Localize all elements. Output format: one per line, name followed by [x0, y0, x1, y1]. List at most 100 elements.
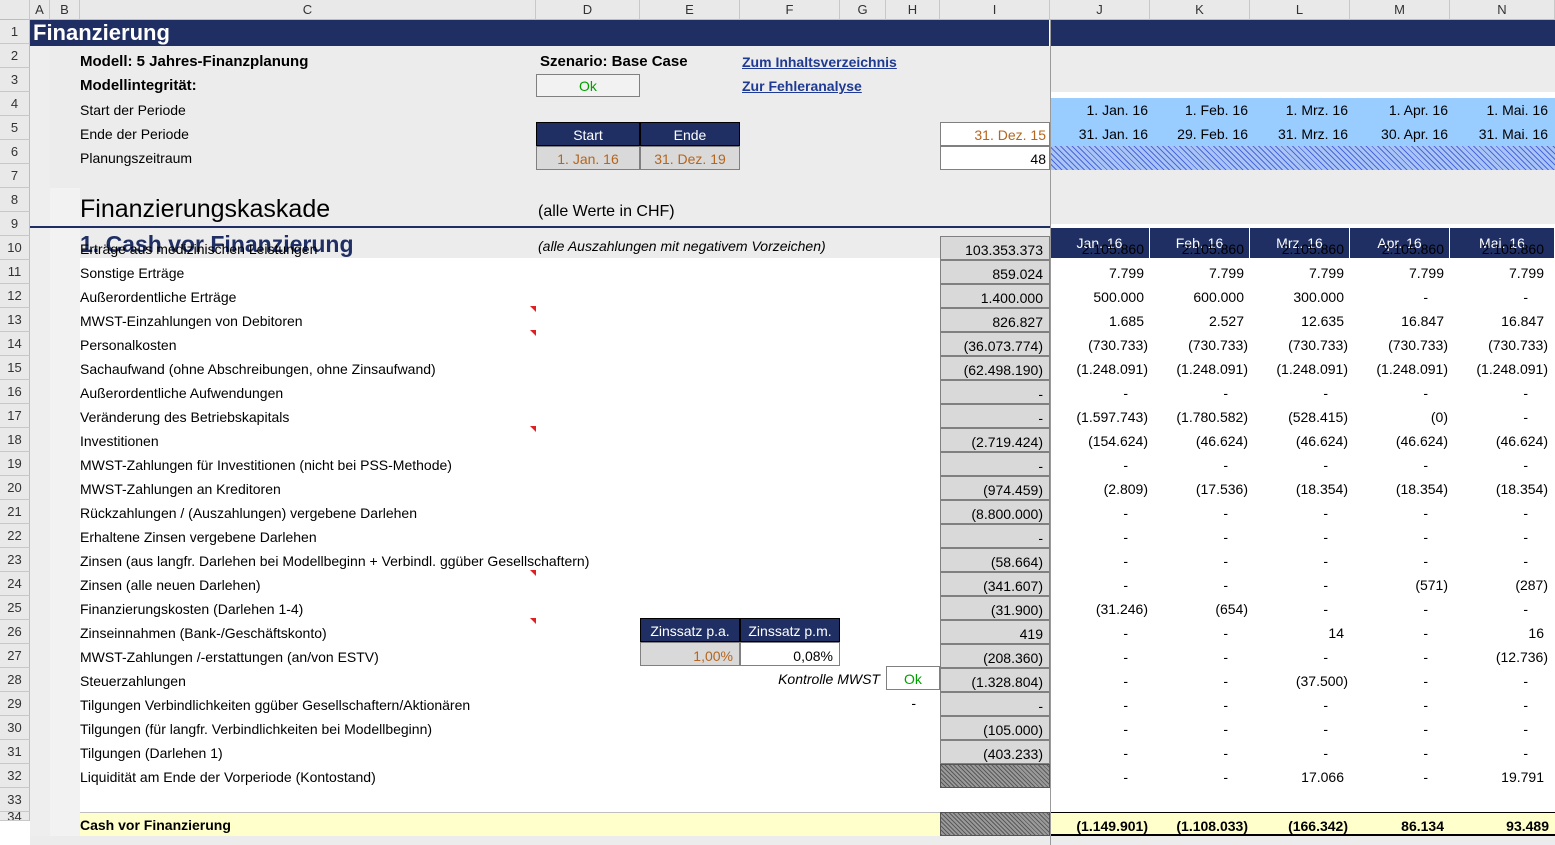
month-value-r11-2[interactable]: 7.799 — [1150, 260, 1250, 284]
month-value-r15-2[interactable]: (1.248.091) — [1150, 356, 1250, 380]
row-header-2[interactable]: 2 — [0, 44, 30, 68]
column-header-i[interactable]: I — [940, 0, 1050, 20]
total-row-month-2[interactable]: (1.108.033) — [1150, 812, 1250, 836]
month-value-r30-2[interactable]: - — [1150, 716, 1250, 740]
month-value-r17-3[interactable]: (528.415) — [1250, 404, 1350, 428]
month-value-r31-3[interactable]: - — [1250, 740, 1350, 764]
month-value-r28-1[interactable]: - — [1050, 668, 1150, 692]
month-value-r18-1[interactable]: (154.624) — [1050, 428, 1150, 452]
total-cell-16[interactable]: - — [940, 380, 1050, 404]
row-header-15[interactable]: 15 — [0, 356, 30, 380]
total-row-month-1[interactable]: (1.149.901) — [1050, 812, 1150, 836]
month-value-r15-3[interactable]: (1.248.091) — [1250, 356, 1350, 380]
column-header-d[interactable]: D — [536, 0, 640, 20]
row-header-31[interactable]: 31 — [0, 740, 30, 764]
month-value-r27-4[interactable]: - — [1350, 644, 1450, 668]
month-value-r27-2[interactable]: - — [1150, 644, 1250, 668]
column-header-f[interactable]: F — [740, 0, 840, 20]
month-value-r22-5[interactable]: - — [1450, 524, 1550, 548]
month-value-r31-1[interactable]: - — [1050, 740, 1150, 764]
month-value-r15-1[interactable]: (1.248.091) — [1050, 356, 1150, 380]
month-value-r21-4[interactable]: - — [1350, 500, 1450, 524]
month-value-r10-4[interactable]: 2.105.860 — [1350, 236, 1450, 260]
column-header-b[interactable]: B — [50, 0, 80, 20]
total-cell-19[interactable]: - — [940, 452, 1050, 476]
total-cell-26[interactable]: 419 — [940, 620, 1050, 644]
total-cell-31[interactable]: (403.233) — [940, 740, 1050, 764]
total-cell-28[interactable]: (1.328.804) — [940, 668, 1050, 692]
month-value-r21-1[interactable]: - — [1050, 500, 1150, 524]
row-header-14[interactable]: 14 — [0, 332, 30, 356]
month-value-r32-1[interactable]: - — [1050, 764, 1150, 788]
total-row-month-5[interactable]: 93.489 — [1450, 812, 1555, 836]
month-value-r15-4[interactable]: (1.248.091) — [1350, 356, 1450, 380]
plan-start-value[interactable]: 1. Jan. 16 — [536, 146, 640, 170]
month-value-r13-1[interactable]: 1.685 — [1050, 308, 1150, 332]
total-cell-18[interactable]: (2.719.424) — [940, 428, 1050, 452]
month-value-r14-5[interactable]: (730.733) — [1450, 332, 1550, 356]
row-header-1[interactable]: 1 — [0, 20, 30, 44]
month-value-r25-1[interactable]: (31.246) — [1050, 596, 1150, 620]
month-value-r31-4[interactable]: - — [1350, 740, 1450, 764]
rate-pa-value[interactable]: 1,00% — [640, 642, 740, 666]
month-value-r32-5[interactable]: 19.791 — [1450, 764, 1550, 788]
month-value-r16-1[interactable]: - — [1050, 380, 1150, 404]
row-header-4[interactable]: 4 — [0, 92, 30, 116]
row-header-12[interactable]: 12 — [0, 284, 30, 308]
row-header-33[interactable]: 33 — [0, 788, 30, 812]
row-header-23[interactable]: 23 — [0, 548, 30, 572]
row-header-13[interactable]: 13 — [0, 308, 30, 332]
total-row-month-4[interactable]: 86.134 — [1350, 812, 1450, 836]
total-cell-14[interactable]: (36.073.774) — [940, 332, 1050, 356]
month-value-r26-5[interactable]: 16 — [1450, 620, 1550, 644]
column-header-n[interactable]: N — [1450, 0, 1555, 20]
month-value-r14-3[interactable]: (730.733) — [1250, 332, 1350, 356]
month-value-r12-1[interactable]: 500.000 — [1050, 284, 1150, 308]
month-value-r22-4[interactable]: - — [1350, 524, 1450, 548]
row-header-27[interactable]: 27 — [0, 644, 30, 668]
month-value-r29-5[interactable]: - — [1450, 692, 1550, 716]
month-value-r29-4[interactable]: - — [1350, 692, 1450, 716]
month-value-r24-3[interactable]: - — [1250, 572, 1350, 596]
column-header-j[interactable]: J — [1050, 0, 1150, 20]
column-header-a[interactable]: A — [30, 0, 50, 20]
month-value-r17-1[interactable]: (1.597.743) — [1050, 404, 1150, 428]
month-value-r25-5[interactable]: - — [1450, 596, 1550, 620]
month-value-r11-4[interactable]: 7.799 — [1350, 260, 1450, 284]
column-header-g[interactable]: G — [840, 0, 886, 20]
month-value-r30-4[interactable]: - — [1350, 716, 1450, 740]
month-value-r29-3[interactable]: - — [1250, 692, 1350, 716]
row-header-7[interactable]: 7 — [0, 164, 30, 188]
link-error-analysis[interactable]: Zur Fehleranalyse — [742, 74, 862, 98]
total-cell-22[interactable]: - — [940, 524, 1050, 548]
model-start-end-date[interactable]: 31. Dez. 15 — [940, 122, 1050, 146]
column-header-k[interactable]: K — [1150, 0, 1250, 20]
total-row-month-3[interactable]: (166.342) — [1250, 812, 1350, 836]
total-cell-27[interactable]: (208.360) — [940, 644, 1050, 668]
month-value-r12-4[interactable]: - — [1350, 284, 1450, 308]
month-value-r16-3[interactable]: - — [1250, 380, 1350, 404]
month-value-r13-5[interactable]: 16.847 — [1450, 308, 1550, 332]
month-value-r23-4[interactable]: - — [1350, 548, 1450, 572]
month-value-r12-3[interactable]: 300.000 — [1250, 284, 1350, 308]
total-cell-30[interactable]: (105.000) — [940, 716, 1050, 740]
rate-pm-value[interactable]: 0,08% — [740, 642, 840, 666]
month-value-r22-2[interactable]: - — [1150, 524, 1250, 548]
row-header-17[interactable]: 17 — [0, 404, 30, 428]
row-header-16[interactable]: 16 — [0, 380, 30, 404]
row-header-29[interactable]: 29 — [0, 692, 30, 716]
month-value-r23-1[interactable]: - — [1050, 548, 1150, 572]
month-value-r23-5[interactable]: - — [1450, 548, 1550, 572]
month-value-r24-1[interactable]: - — [1050, 572, 1150, 596]
total-cell-29[interactable]: - — [940, 692, 1050, 716]
month-value-r26-2[interactable]: - — [1150, 620, 1250, 644]
row-header-19[interactable]: 19 — [0, 452, 30, 476]
total-cell-10[interactable]: 103.353.373 — [940, 236, 1050, 260]
total-cell-23[interactable]: (58.664) — [940, 548, 1050, 572]
row-header-34[interactable]: 34 — [0, 812, 30, 821]
month-value-r31-5[interactable]: - — [1450, 740, 1550, 764]
month-value-r10-1[interactable]: 2.105.860 — [1050, 236, 1150, 260]
row-header-26[interactable]: 26 — [0, 620, 30, 644]
column-header-l[interactable]: L — [1250, 0, 1350, 20]
month-value-r26-1[interactable]: - — [1050, 620, 1150, 644]
